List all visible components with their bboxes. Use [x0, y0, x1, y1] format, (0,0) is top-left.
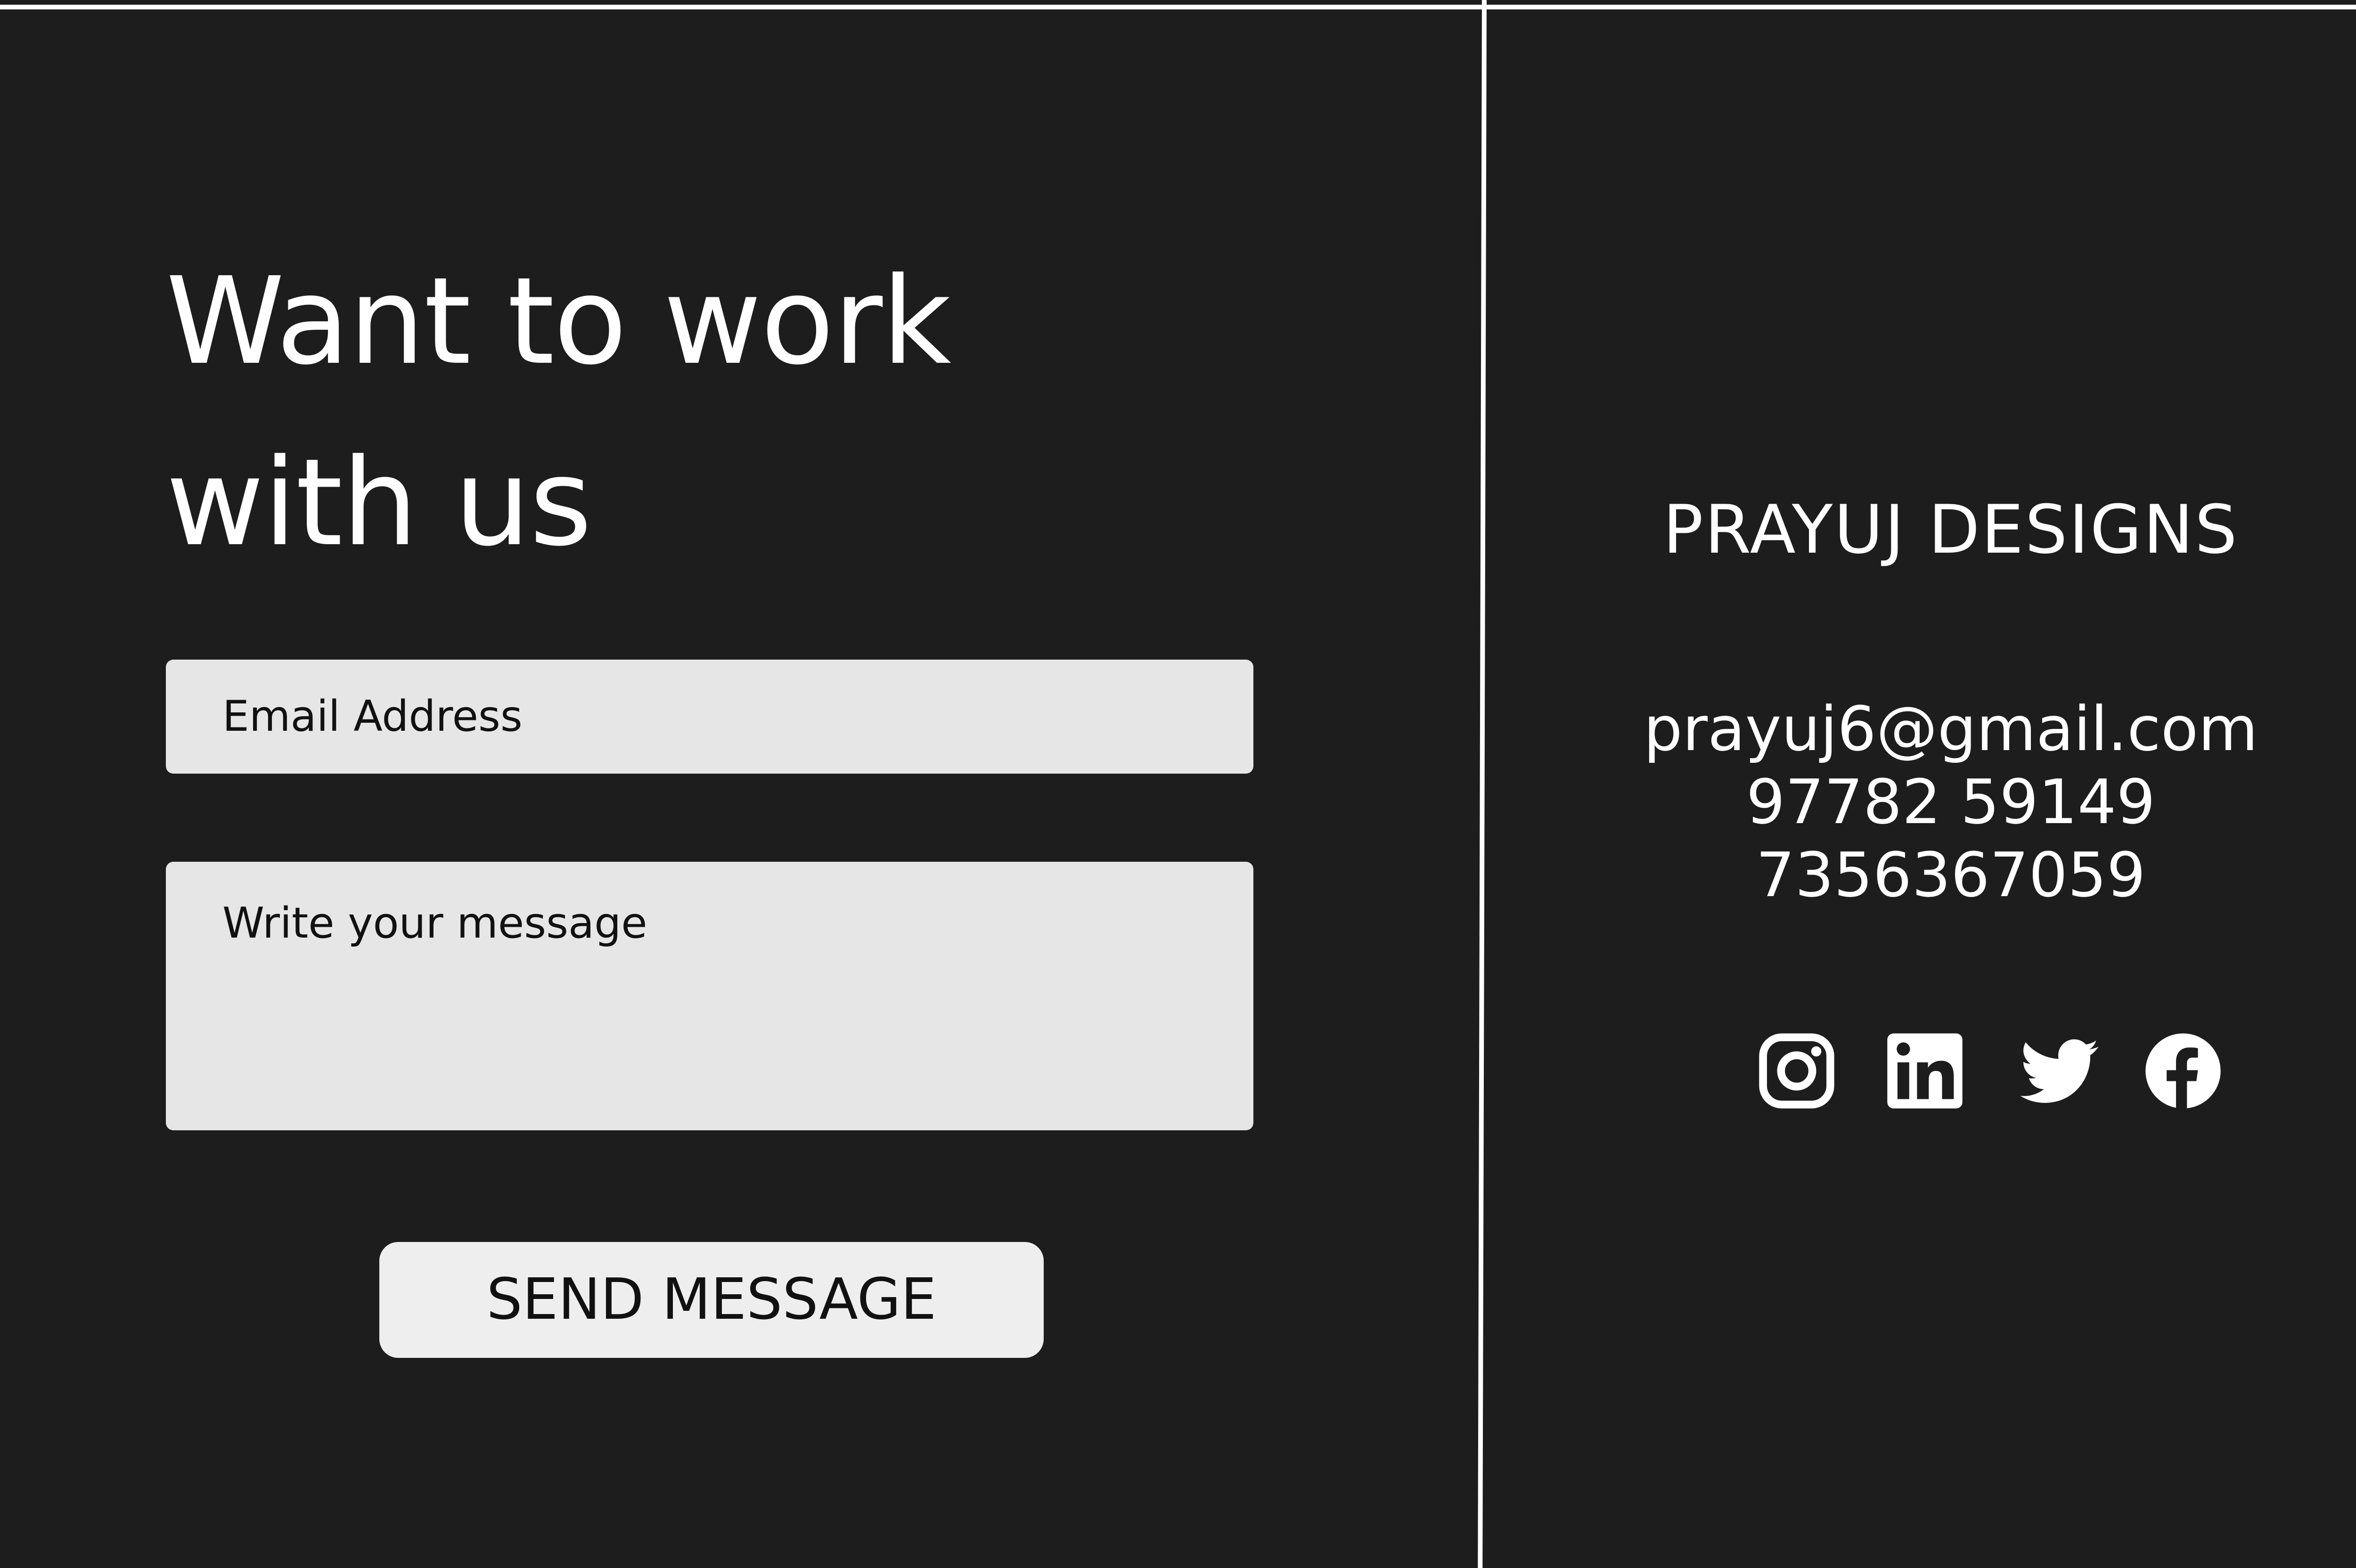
heading-line-1: Want to work: [166, 252, 951, 392]
facebook-icon[interactable]: [2144, 1032, 2222, 1110]
social-links: [1758, 1032, 2229, 1112]
email-field[interactable]: [166, 660, 1253, 774]
send-message-button[interactable]: SEND MESSAGE: [379, 1242, 1044, 1358]
vertical-divider: [1478, 0, 1487, 1568]
company-name: PRAYUJ DESIGNS: [1663, 491, 2239, 569]
message-field[interactable]: [166, 862, 1253, 1130]
contact-email: prayuj6@gmail.com: [1644, 693, 2258, 765]
heading-line-2: with us: [166, 433, 592, 573]
contact-details: prayuj6@gmail.com 97782 59149 7356367059: [1489, 693, 2356, 912]
page-heading: Want to work with us: [166, 231, 1250, 594]
contact-info-panel: PRAYUJ DESIGNS prayuj6@gmail.com 97782 5…: [1489, 0, 2356, 1568]
instagram-icon[interactable]: [1758, 1032, 1836, 1110]
contact-phone-1: 97782 59149: [1746, 766, 2156, 838]
contact-phone-2: 7356367059: [1756, 839, 2146, 911]
linkedin-icon[interactable]: [1886, 1032, 1964, 1110]
twitter-icon[interactable]: [2016, 1032, 2105, 1110]
